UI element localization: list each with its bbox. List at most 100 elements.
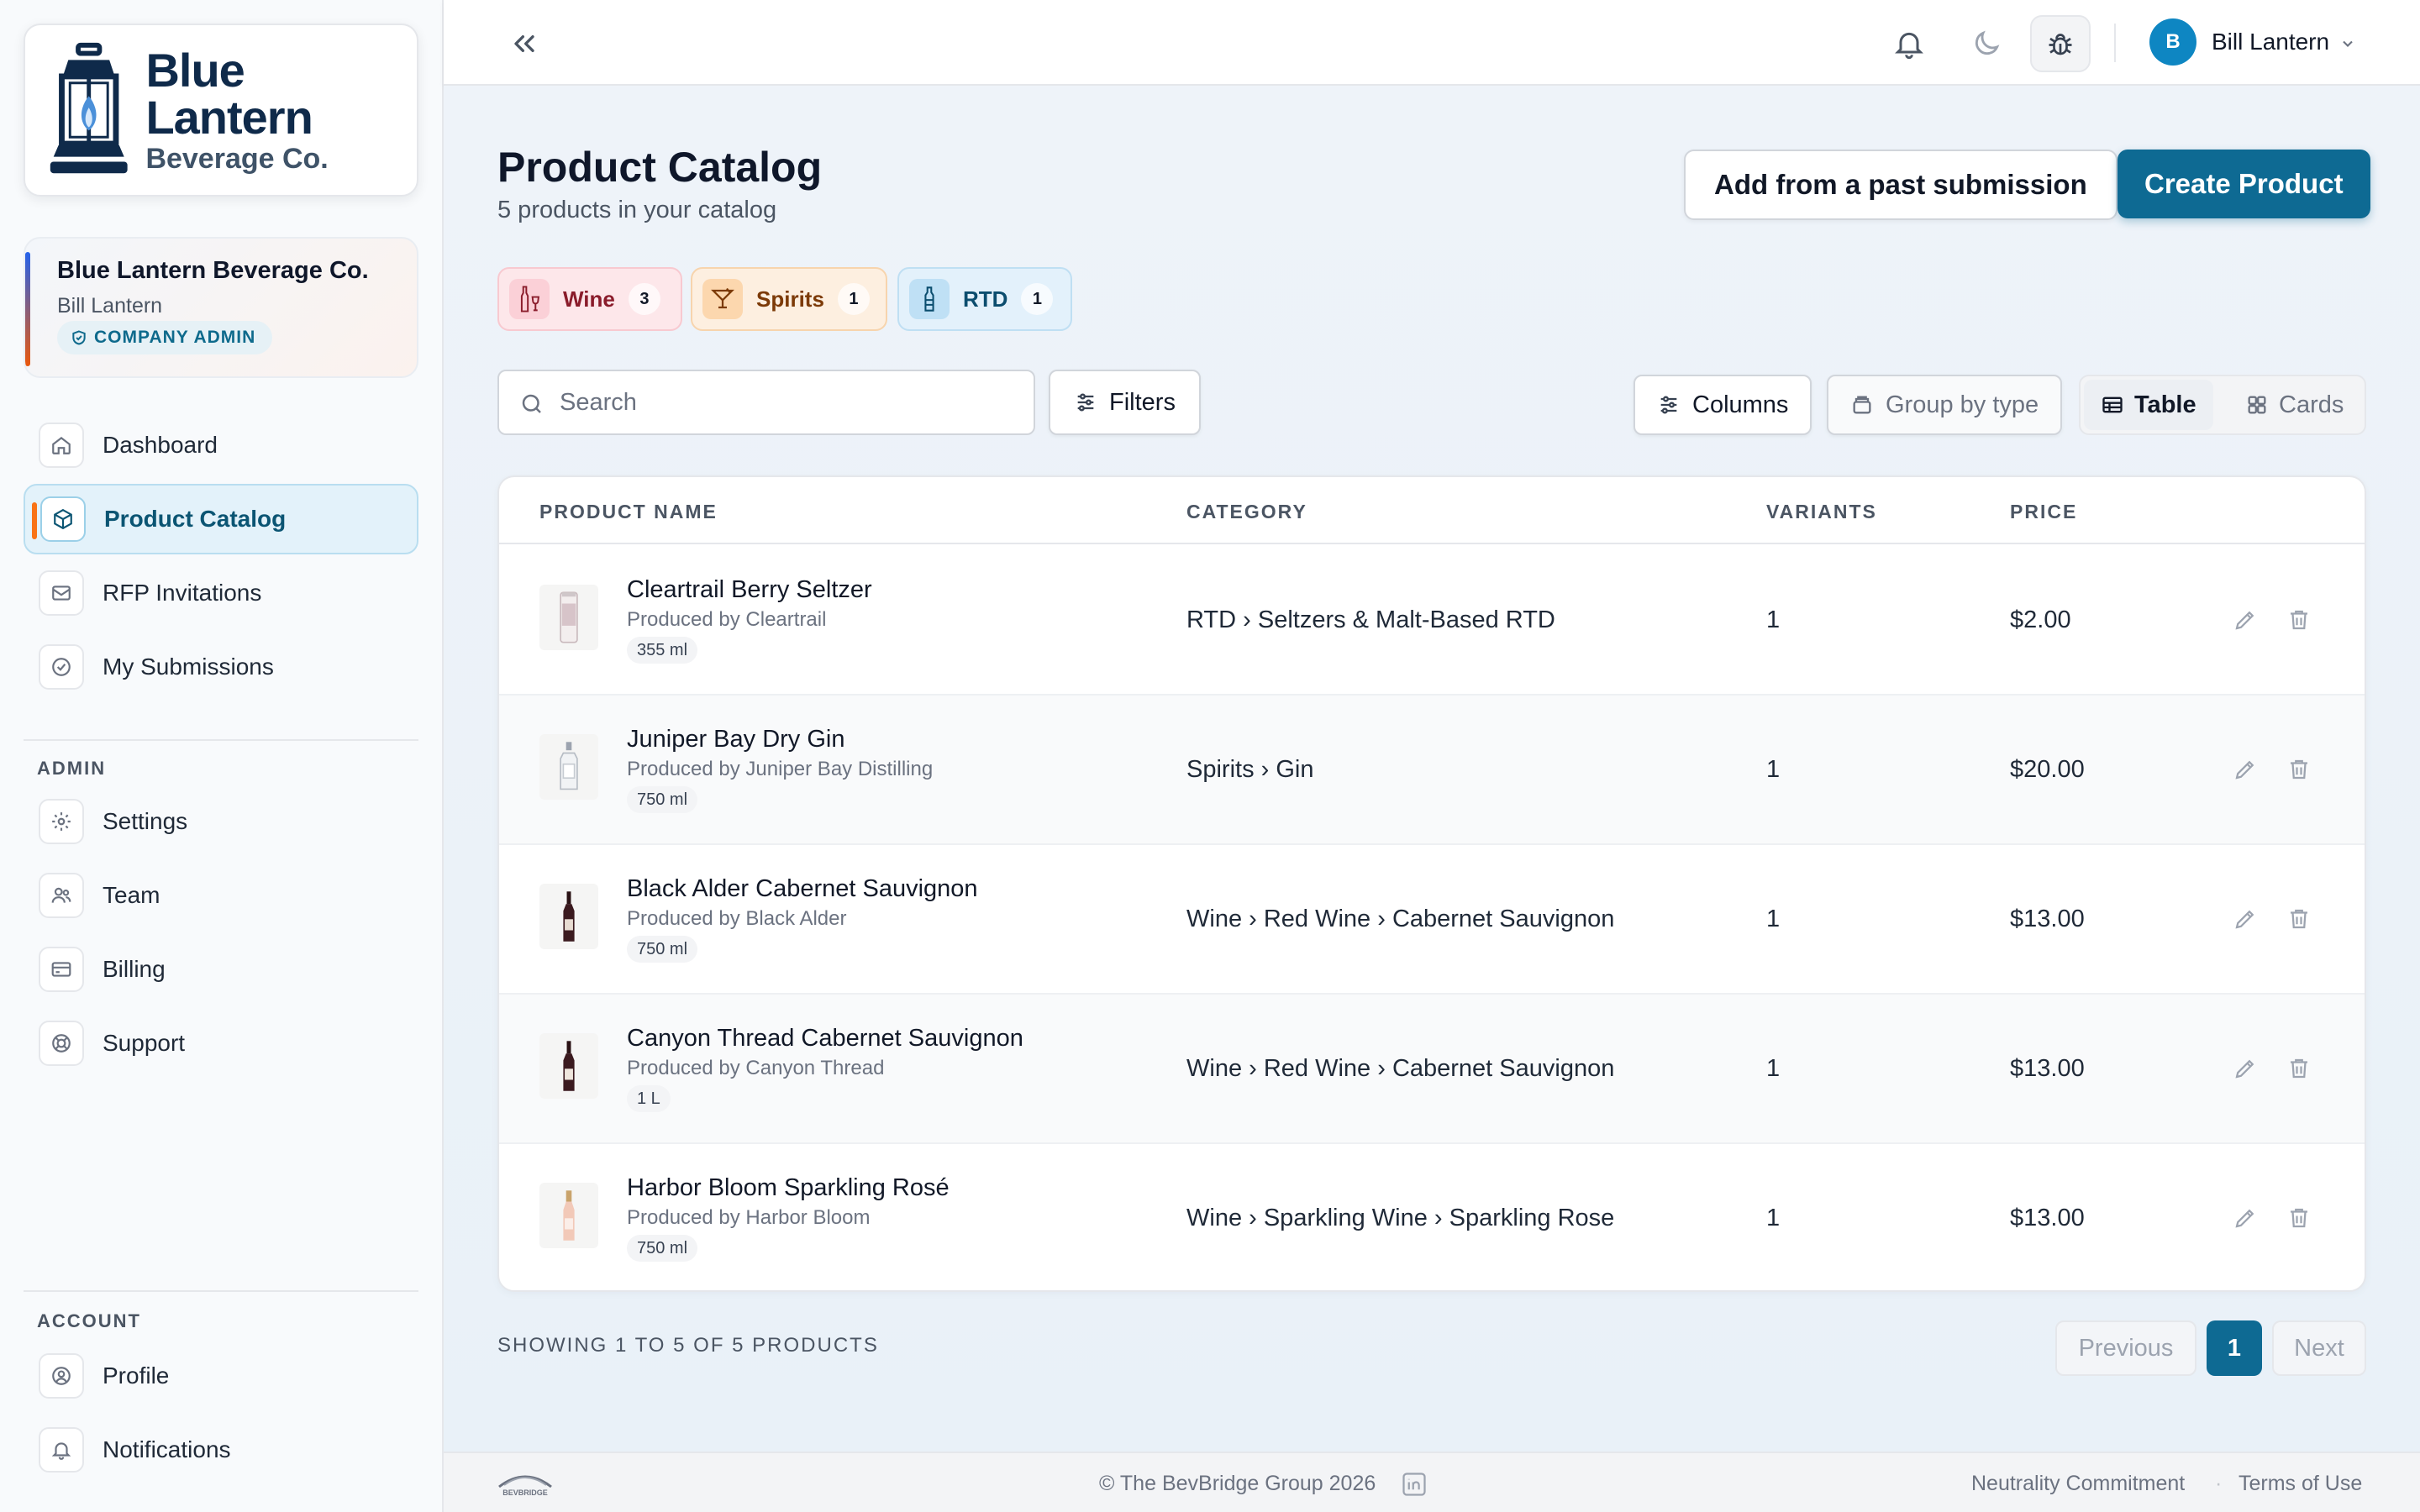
next-page-button[interactable]: Next [2272, 1320, 2366, 1376]
size-badge: 1 L [627, 1085, 671, 1112]
avatar[interactable]: B [2149, 18, 2196, 66]
table-row[interactable]: Canyon Thread Cabernet Sauvignon Produce… [499, 995, 2365, 1144]
product-name[interactable]: Canyon Thread Cabernet Sauvignon [627, 1025, 1023, 1053]
column-header-product-name[interactable]: PRODUCT NAME [539, 501, 718, 523]
chip-wine[interactable]: Wine 3 [497, 267, 682, 331]
box-icon [40, 496, 86, 542]
trash-icon [2291, 1058, 2307, 1079]
columns-button[interactable]: Columns [1634, 375, 1812, 435]
role-badge-label: COMPANY ADMIN [94, 328, 256, 347]
page-1-button[interactable]: 1 [2207, 1320, 2262, 1376]
pagination-summary: SHOWING 1 TO 5 OF 5 PRODUCTS [497, 1334, 879, 1357]
search-input[interactable] [560, 371, 1022, 433]
table-view-button[interactable]: Table [2084, 380, 2213, 430]
product-name[interactable]: Cleartrail Berry Seltzer [627, 576, 872, 604]
nav-billing[interactable]: Billing [24, 934, 418, 1005]
previous-page-button[interactable]: Previous [2055, 1320, 2196, 1376]
company-name: Blue Lantern Beverage Co. [57, 257, 369, 284]
user-menu-name[interactable]: Bill Lantern [2212, 29, 2329, 55]
chevron-down-icon[interactable] [2339, 35, 2356, 52]
footer-separator: · [2215, 1472, 2223, 1495]
collapse-sidebar-button[interactable] [508, 27, 541, 60]
chip-wine-label: Wine [563, 286, 615, 312]
nav-product-catalog[interactable]: Product Catalog [24, 484, 418, 554]
edit-button[interactable] [2230, 1053, 2260, 1084]
footer: BEVBRIDGE © The BevBridge Group 2026 Neu… [444, 1452, 2420, 1512]
table-row[interactable]: Juniper Bay Dry Gin Produced by Juniper … [499, 696, 2365, 845]
nav-settings[interactable]: Settings [24, 786, 418, 857]
product-name[interactable]: Harbor Bloom Sparkling Rosé [627, 1174, 950, 1202]
topbar-divider [2114, 24, 2116, 62]
chip-rtd[interactable]: RTD 1 [897, 267, 1072, 331]
delete-button[interactable] [2284, 605, 2314, 635]
delete-button[interactable] [2284, 1053, 2314, 1084]
table-row[interactable]: Black Alder Cabernet Sauvignon Produced … [499, 845, 2365, 995]
nav-support-label: Support [103, 1030, 186, 1056]
role-badge: COMPANY ADMIN [57, 321, 273, 354]
company-switcher[interactable]: Blue Lantern Beverage Co. Bill Lantern C… [24, 237, 418, 378]
product-category: RTD › Seltzers & Malt-Based RTD [1186, 606, 1555, 633]
nav-team[interactable]: Team [24, 860, 418, 931]
top-bar: B Bill Lantern [444, 0, 2420, 86]
create-product-button[interactable]: Create Product [2118, 150, 2370, 218]
edit-button[interactable] [2230, 904, 2260, 934]
bottle-icon [909, 279, 950, 319]
chip-spirits[interactable]: Spirits 1 [691, 267, 887, 331]
sliders-icon [1077, 393, 1094, 412]
delete-button[interactable] [2284, 904, 2314, 934]
bevbridge-logo: BEVBRIDGE [496, 1468, 555, 1501]
product-price: $20.00 [2010, 756, 2085, 783]
delete-button[interactable] [2284, 754, 2314, 785]
nav-rfp-invitations[interactable]: RFP Invitations [24, 558, 418, 628]
nav-notifications[interactable]: Notifications [24, 1415, 418, 1485]
sidebar-divider [24, 1290, 418, 1292]
group-by-type-button[interactable]: Group by type [1827, 375, 2063, 435]
mail-icon [39, 570, 84, 616]
active-indicator [32, 502, 37, 539]
add-from-past-submission-button[interactable]: Add from a past submission [1684, 150, 2118, 220]
cards-view-label: Cards [2279, 391, 2344, 418]
edit-button[interactable] [2230, 605, 2260, 635]
pencil-icon [2235, 1059, 2254, 1079]
bridge-logo-icon: BEVBRIDGE [498, 1475, 552, 1497]
neutrality-commitment-link[interactable]: Neutrality Commitment [1971, 1472, 2185, 1496]
product-variants: 1 [1766, 756, 1781, 783]
nav-rfp-invitations-label: RFP Invitations [103, 580, 262, 606]
table-icon [2102, 396, 2123, 413]
product-variants: 1 [1766, 606, 1781, 633]
lifebuoy-icon [39, 1021, 84, 1066]
notifications-button[interactable] [1887, 22, 1931, 66]
trash-icon [2291, 759, 2307, 780]
nav-my-submissions[interactable]: My Submissions [24, 632, 418, 702]
table-row[interactable]: Cleartrail Berry Seltzer Produced by Cle… [499, 546, 2365, 696]
user-circle-icon [39, 1353, 84, 1399]
nav-dashboard[interactable]: Dashboard [24, 410, 418, 480]
product-thumbnail [539, 585, 598, 650]
chip-rtd-label: RTD [963, 286, 1008, 312]
product-name[interactable]: Black Alder Cabernet Sauvignon [627, 875, 978, 903]
column-header-category[interactable]: CATEGORY [1186, 501, 1307, 523]
red-wine-bottle-icon [563, 1041, 575, 1091]
group-by-type-label: Group by type [1886, 391, 2039, 418]
product-producer: Produced by Black Alder [627, 907, 847, 930]
linkedin-icon[interactable] [1402, 1472, 1427, 1497]
filters-button[interactable]: Filters [1049, 370, 1201, 435]
nav-support[interactable]: Support [24, 1008, 418, 1079]
terms-of-use-link[interactable]: Terms of Use [2238, 1472, 2362, 1496]
brand-logo[interactable]: Blue Lantern Beverage Co. [24, 24, 418, 197]
column-header-price[interactable]: PRICE [2010, 501, 2077, 523]
delete-button[interactable] [2284, 1203, 2314, 1233]
debug-button[interactable] [2030, 15, 2091, 72]
nav-settings-label: Settings [103, 808, 188, 834]
cards-view-button[interactable]: Cards [2228, 380, 2360, 430]
table-row[interactable]: Harbor Bloom Sparkling Rosé Produced by … [499, 1144, 2365, 1290]
nav-dashboard-label: Dashboard [103, 432, 218, 458]
column-header-variants[interactable]: VARIANTS [1766, 501, 1877, 523]
edit-button[interactable] [2230, 754, 2260, 785]
product-price: $13.00 [2010, 906, 2085, 932]
edit-button[interactable] [2230, 1203, 2260, 1233]
product-name[interactable]: Juniper Bay Dry Gin [627, 726, 845, 753]
chip-spirits-count: 1 [837, 283, 870, 315]
theme-toggle-button[interactable] [1965, 22, 2008, 66]
nav-profile[interactable]: Profile [24, 1341, 418, 1411]
